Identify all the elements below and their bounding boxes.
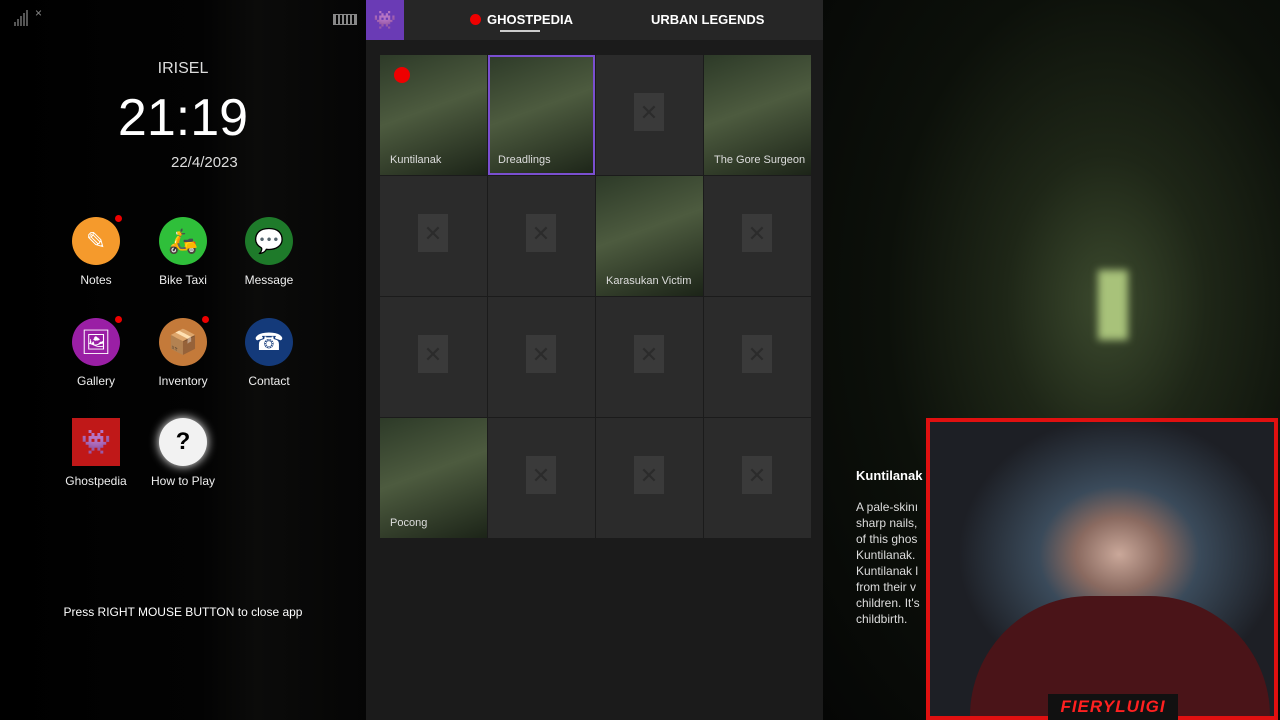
description-line: of this ghos [856,532,918,546]
description-line: sharp nails, [856,516,918,530]
description-line: childbirth. [856,612,908,626]
ghost-entry-name: Kuntilanak [390,154,442,166]
app-label: Contact [248,374,290,388]
phone-screen: × IRISEL 21:19 22/4/2023 ✎ Notes 🛵 Bike Tax… [0,0,366,720]
missing-image-icon: ✕ [742,214,772,252]
ghost-entry-name: Dreadlings [498,154,551,166]
battery-icon [333,14,357,25]
description-line: from their v [856,580,917,594]
missing-image-icon: ✕ [526,214,556,252]
webcam-overlay: FIERYLUIGI [926,418,1278,720]
date: 22/4/2023 [171,154,238,171]
missing-image-icon: ✕ [742,335,772,373]
ghost-detail-description: A pale-skinı sharp nails, of this ghos Kunt… [856,499,928,627]
app-contact[interactable]: ☎ Contact [224,318,314,388]
locked-entry[interactable]: ✕ [488,297,595,417]
tab-ghostpedia[interactable]: GHOSTPEDIA [470,12,573,32]
app-label: How to Play [150,474,216,488]
ghostpedia-icon: 👾 [72,418,120,466]
tab-urban-legends[interactable]: URBAN LEGENDS [651,12,764,27]
locked-entry[interactable]: ✕ [488,418,595,538]
notification-badge [115,316,122,323]
ghost-grid: Kuntilanak Dreadlings ✕ The Gore Surgeon ✕ ✕ K… [380,55,811,538]
ghost-entry-name: The Gore Surgeon [714,154,806,166]
missing-image-icon: ✕ [634,335,664,373]
app-how-to-play[interactable]: ? How to Play [138,418,228,488]
app-label: Ghostpedia [65,474,127,488]
gallery-icon: 🖼 [72,316,122,366]
ghost-entry-name: Pocong [390,517,428,529]
app-label: Notes [80,273,112,287]
close-hint: Press RIGHT MOUSE BUTTON to close app [63,605,303,619]
signal-icon [14,10,28,26]
phone-owner: IRISEL [157,60,209,77]
no-signal-icon: × [35,6,43,20]
ghostpedia-logo-icon: 👾 [366,0,404,40]
notification-badge [115,215,122,222]
missing-image-icon: ✕ [418,335,448,373]
description-line: A pale-skinı [856,500,919,514]
notification-badge [202,316,209,323]
contact-icon: ☎ [245,318,293,366]
clock: 21:19 [117,89,249,147]
locked-entry[interactable]: ✕ [488,176,595,296]
how-to-play-icon: ? [159,418,207,466]
locked-entry[interactable]: ✕ [380,176,487,296]
app-label: Bike Taxi [159,273,207,287]
app-bike-taxi[interactable]: 🛵 Bike Taxi [138,217,228,287]
app-label: Message [244,273,294,287]
description-line: Kuntilanak l [856,564,919,578]
locked-entry[interactable]: ✕ [380,297,487,417]
ghost-detail-title: Kuntilanak [856,468,923,483]
locked-entry[interactable]: ✕ [704,418,811,538]
app-ghostpedia[interactable]: 👾 Ghostpedia [51,418,141,488]
missing-image-icon: ✕ [526,335,556,373]
locked-entry[interactable]: ✕ [596,55,703,175]
inventory-icon: 📦 [159,316,209,366]
ghost-entry[interactable]: The Gore Surgeon [704,55,811,175]
missing-image-icon: ✕ [526,456,556,494]
notes-icon: ✎ [72,215,122,265]
message-icon: 💬 [245,217,293,265]
locked-entry[interactable]: ✕ [704,176,811,296]
description-line: Kuntilanak. [856,548,916,562]
app-label: Gallery [76,374,115,388]
ghostpedia-header: 👾 GHOSTPEDIA URBAN LEGENDS [366,0,823,40]
new-indicator-icon [394,67,410,83]
ghostpedia-app: 👾 GHOSTPEDIA URBAN LEGENDS Kuntilanak Dre… [366,0,823,720]
missing-image-icon: ✕ [634,93,664,131]
streamer-name: FIERYLUIGI [1048,694,1178,720]
missing-image-icon: ✕ [634,456,664,494]
bike-taxi-icon: 🛵 [159,217,207,265]
missing-image-icon: ✕ [742,456,772,494]
app-gallery[interactable]: 🖼 Gallery [51,316,141,388]
ghost-entry-name: Karasukan Victim [606,275,692,287]
description-line: children. It's [856,596,920,610]
ghost-entry[interactable]: Pocong [380,418,487,538]
corridor-light [1098,270,1128,340]
ghost-entry[interactable]: Kuntilanak [380,55,487,175]
locked-entry[interactable]: ✕ [596,418,703,538]
locked-entry[interactable]: ✕ [704,297,811,417]
locked-entry[interactable]: ✕ [596,297,703,417]
app-inventory[interactable]: 📦 Inventory [138,316,228,388]
app-label: Inventory [158,374,208,388]
ghost-entry[interactable]: Karasukan Victim [596,176,703,296]
app-message[interactable]: 💬 Message [224,217,314,287]
ghost-entry[interactable]: Dreadlings [488,55,595,175]
missing-image-icon: ✕ [418,214,448,252]
app-notes[interactable]: ✎ Notes [51,215,141,287]
new-indicator-icon [470,14,481,25]
